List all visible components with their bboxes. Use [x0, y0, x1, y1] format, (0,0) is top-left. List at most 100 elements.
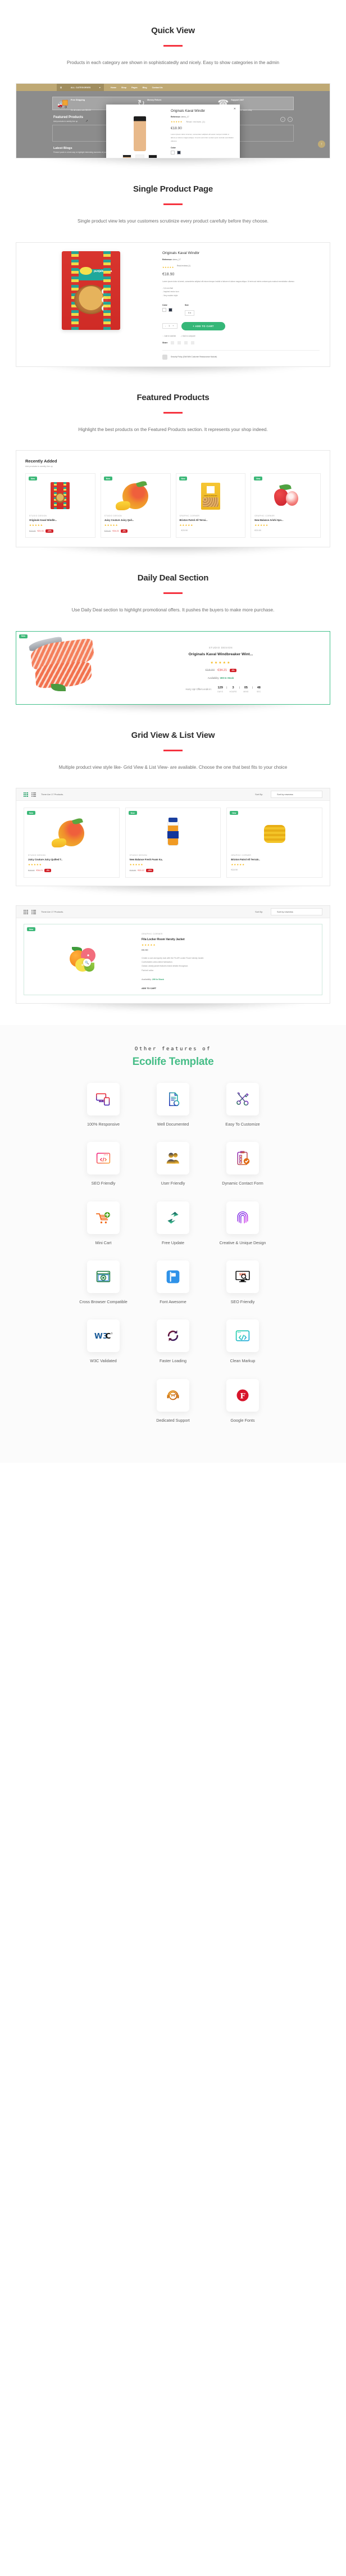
product-name[interactable]: Juicy Couture Juicy Quil...: [104, 519, 167, 521]
rating-stars: ★★★★★: [162, 265, 174, 269]
add-to-compare-link[interactable]: ⤢ Add to compare: [181, 335, 195, 337]
countdown-mins-value: 05: [244, 686, 248, 690]
code-brackets-icon: [235, 1330, 250, 1342]
feature-grid-spacer: [69, 1379, 138, 1423]
discount-badge: -5%: [121, 529, 128, 533]
twitter-icon[interactable]: [177, 341, 181, 344]
feature-label: Cross Browser Compatible: [79, 1299, 128, 1305]
sort-select[interactable]: Sort by newness: [271, 791, 322, 799]
feature-item: Well Documented: [138, 1082, 208, 1127]
feature-item: Creative & Unique Design: [208, 1201, 277, 1246]
old-price: €18.90: [205, 668, 215, 672]
sort-select[interactable]: Sort by newness: [271, 908, 322, 916]
size-label: Size: [185, 303, 189, 306]
next-arrow-icon[interactable]: ›: [288, 117, 293, 123]
availability-value: 300 In Stock: [220, 676, 234, 679]
product-card[interactable]: New California Almonds GRAPHIC CORNER Br…: [175, 473, 246, 538]
feature-item: F Google Fonts: [208, 1378, 277, 1423]
add-to-cart-button[interactable]: + ADD TO CART: [181, 321, 225, 330]
security-policy-icon: [162, 354, 167, 360]
product-info-panel: Originals Kaval Windbr Reference: demo_1…: [160, 248, 324, 360]
size-select[interactable]: S ▾: [185, 310, 195, 316]
swatch-white[interactable]: [171, 151, 175, 155]
circular-arrows-icon: [167, 1330, 179, 1342]
scroll-to-top-button[interactable]: ↑: [318, 140, 325, 148]
blogs-heading: Latest Blogs: [53, 147, 72, 151]
quantity-stepper[interactable]: - 1 +: [162, 323, 178, 329]
thumbnail-3[interactable]: [148, 155, 157, 158]
carousel-arrows[interactable]: ‹ ›: [280, 117, 293, 123]
product-grid: New STUDIO DESIGN Originals Kaval Windbr…: [25, 473, 321, 538]
product-name[interactable]: Fila Locker Room Varsity Jacket: [142, 938, 315, 941]
pinterest-icon[interactable]: [184, 341, 188, 344]
product-image: [104, 480, 167, 511]
product-card[interactable]: New STUDIO DESIGN New Balance Fresh Foam…: [125, 808, 221, 878]
product-name[interactable]: Originals Kaval Windbr...: [29, 519, 92, 521]
countdown-timer: Hurry Up! Offers ends in: 129 DAYS : 3 H…: [123, 686, 318, 693]
reference-label: Reference:: [171, 116, 181, 119]
product-name[interactable]: Juicy Couture Juicy Quilted T..: [28, 858, 115, 861]
list-item[interactable]: New 🔍 GRAPHIC CORNER Fila Locker Room Va…: [24, 924, 322, 995]
product-name[interactable]: New Balance Arishi Spo...: [254, 519, 317, 521]
email-icon[interactable]: [191, 341, 195, 344]
grid-view-icon[interactable]: [24, 909, 28, 914]
read-reviews-link[interactable]: Read reviews (1): [186, 121, 206, 123]
product-card[interactable]: New STUDIO DESIGN Juicy Couture Juicy Qu…: [100, 473, 171, 538]
list-view-icon[interactable]: [31, 909, 36, 914]
color-swatches[interactable]: [162, 307, 172, 312]
product-description: Lorem ipsum dolor sit amet, consectetur …: [162, 280, 294, 283]
product-card[interactable]: New STUDIO DESIGN Originals Kaval Windbr…: [25, 473, 95, 538]
thumbnail-1[interactable]: [122, 155, 131, 158]
section-description: Highlight the best products on the Featu…: [78, 427, 268, 432]
countdown-sec-value: 48: [257, 686, 261, 690]
product-name[interactable]: Brixton Patrol All Terrai...: [180, 519, 242, 521]
product-card[interactable]: New GRAPHIC CORNER New Balance Arishi Sp…: [251, 473, 321, 538]
facebook-icon[interactable]: [171, 341, 175, 344]
swatch-navy[interactable]: [169, 307, 172, 312]
swatch-white[interactable]: [162, 307, 166, 312]
title-underline: [163, 411, 183, 414]
list-view-icon[interactable]: [31, 792, 36, 797]
mock-featured-heading: Featured Products Add products to weekly…: [53, 116, 83, 123]
all-categories-menu[interactable]: ☰ ALL CATEGORIES ▾: [57, 84, 104, 92]
product-card[interactable]: New STUDIO DESIGN Juicy Couture Juicy Qu…: [24, 808, 120, 878]
mock-product-card[interactable]: [236, 125, 294, 142]
nav-item-blog[interactable]: Blog: [143, 87, 147, 89]
new-price: €15.12: [138, 869, 144, 872]
mock-nav[interactable]: Home Shop Pages Blog Contact Us: [111, 87, 163, 89]
close-icon[interactable]: ✕: [234, 107, 236, 111]
color-swatches[interactable]: [171, 151, 234, 155]
nav-item-contact[interactable]: Contact Us: [152, 87, 163, 89]
nav-item-shop[interactable]: Shop: [121, 87, 126, 89]
swatch-navy[interactable]: [177, 151, 181, 155]
countdown-days-unit: DAYS: [217, 690, 224, 693]
product-name[interactable]: Originals Kaval Windbreaker Wint...: [123, 652, 318, 657]
product-thumbnails[interactable]: [112, 155, 168, 158]
prev-arrow-icon[interactable]: ‹: [280, 117, 285, 123]
product-desc-line-3: Classic varsity jacket features brand de…: [142, 965, 189, 968]
single-product-screenshot: punjabi tadka Originals Kaval Windbr Ref…: [16, 242, 330, 367]
fingerprint-icon: [237, 1211, 248, 1224]
thumbnail-2[interactable]: [135, 155, 144, 158]
chevron-down-icon: ▾: [99, 86, 101, 89]
mock-product-card[interactable]: [52, 125, 110, 142]
feature-item: 100% Responsive: [69, 1082, 138, 1127]
title-underline: [163, 203, 183, 206]
add-to-wishlist-link[interactable]: ♡ Add to wishlist: [162, 335, 176, 337]
nav-item-pages[interactable]: Pages: [131, 87, 138, 89]
product-name[interactable]: New Balance Fresh Foam Ka..: [130, 858, 217, 861]
grid-view-icon[interactable]: [24, 792, 28, 797]
product-brand: GRAPHIC CORNER: [142, 933, 163, 936]
countdown-separator: :: [239, 686, 240, 690]
product-name[interactable]: Brixton Patrol All Terrain..: [231, 858, 318, 861]
feature-label: Google Fonts: [230, 1417, 255, 1423]
rating-stars: ★★★★★: [104, 524, 119, 527]
read-reviews-link[interactable]: Read reviews (1): [177, 265, 190, 267]
product-card[interactable]: New GRAPHIC CORNER Brixton Patrol All Te…: [226, 808, 323, 878]
mouse-cursor-icon: ➚: [85, 120, 89, 124]
product-image: [28, 816, 115, 851]
section-featured-header: Featured Products Highlight the best pro…: [0, 367, 346, 434]
add-to-cart-button[interactable]: ADD TO CART: [142, 987, 315, 990]
nav-item-home[interactable]: Home: [111, 87, 116, 89]
sort-by-label: Sort By:: [255, 793, 263, 796]
